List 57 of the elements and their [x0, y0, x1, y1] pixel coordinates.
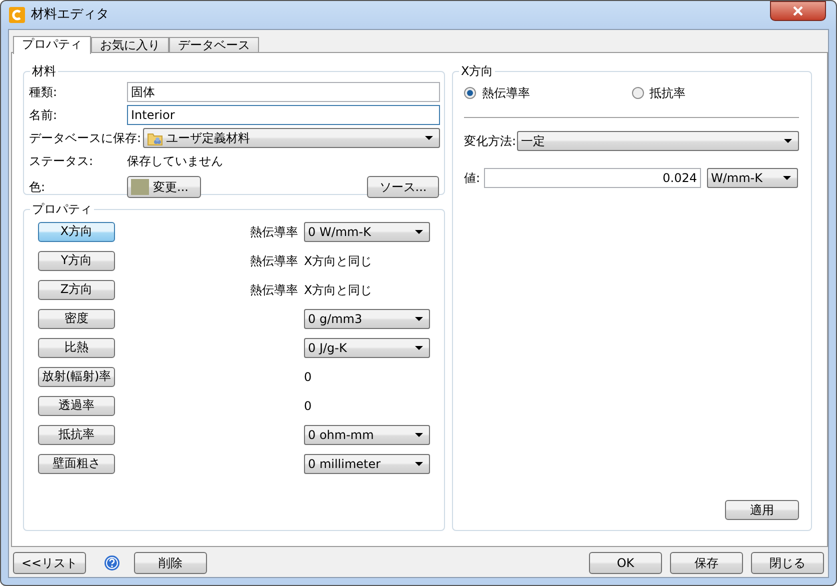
dropdown[interactable]: ユーザ定義材料 [143, 128, 440, 148]
field-label: ステータス: [29, 153, 94, 170]
tab[interactable]: お気に入り [91, 37, 169, 53]
help-icon[interactable] [104, 555, 120, 571]
property-label: 熱伝導率 [249, 282, 298, 298]
field-label: 名前: [29, 107, 58, 124]
property-value: 0 [304, 368, 312, 386]
dropdown[interactable]: 0 millimeter [304, 454, 430, 474]
property-button[interactable]: 透過率 [38, 396, 115, 416]
radio-option[interactable]: 熱伝導率 [464, 84, 632, 102]
dialog-button[interactable]: 保存 [670, 552, 743, 574]
input-field[interactable]: Interior [127, 105, 440, 125]
status-text: 保存していません [127, 153, 223, 170]
dropdown[interactable]: 0 g/mm3 [304, 308, 430, 328]
apply-button[interactable]: 適用 [725, 500, 799, 520]
tab[interactable]: プロパティ [13, 36, 91, 54]
property-button[interactable]: 抵抗率 [38, 424, 115, 444]
radio-option[interactable]: 抵抗率 [632, 84, 799, 102]
dropdown[interactable]: 0 ohm-mm [304, 424, 430, 444]
delete-button[interactable]: 削除 [134, 552, 207, 574]
close-button[interactable] [770, 1, 826, 21]
property-button[interactable]: 壁面粗さ [38, 454, 115, 474]
property-button[interactable]: X方向 [38, 222, 115, 242]
list-button[interactable]: <<リスト [13, 552, 86, 574]
dropdown[interactable]: 0 W/mm-K [304, 222, 430, 242]
field-label: 種類: [29, 84, 58, 101]
property-value: X方向と同じ [304, 252, 372, 270]
property-button[interactable]: 放射(輻射)率 [38, 366, 115, 386]
field-label: 色: [29, 179, 46, 196]
close-icon [792, 6, 804, 16]
value-field[interactable]: 0.024 [484, 168, 701, 188]
folder-icon [147, 130, 164, 146]
dialog-button[interactable]: 閉じる [751, 552, 824, 574]
group-title: プロパティ [30, 202, 94, 216]
input-field[interactable]: 固体 [127, 82, 440, 102]
group-title: X方向 [459, 64, 496, 78]
group-title: 材料 [30, 64, 58, 78]
dropdown[interactable]: W/mm-K [707, 168, 798, 188]
dropdown[interactable]: 一定 [517, 131, 799, 151]
property-value: X方向と同じ [304, 282, 372, 298]
property-label: 熱伝導率 [249, 224, 298, 240]
dialog-button[interactable]: OK [589, 552, 662, 574]
field-label: データベースに保存: [29, 130, 142, 147]
dropdown[interactable]: 0 J/g-K [304, 338, 430, 358]
property-button[interactable]: 密度 [38, 308, 115, 328]
tab[interactable]: データベース [169, 37, 259, 53]
property-value: 0 [304, 398, 312, 414]
window-title: 材料エディタ [31, 6, 109, 24]
property-button[interactable]: Z方向 [38, 280, 115, 300]
property-button[interactable]: 比熱 [38, 338, 115, 358]
change-color-button[interactable]: 変更... [127, 176, 201, 198]
method-label: 変化方法: [464, 133, 517, 150]
property-button[interactable]: Y方向 [38, 250, 115, 270]
source-button[interactable]: ソース... [367, 176, 439, 198]
app-logo-icon [9, 7, 25, 23]
value-label: 値: [464, 170, 482, 187]
property-label: 熱伝導率 [249, 252, 298, 270]
